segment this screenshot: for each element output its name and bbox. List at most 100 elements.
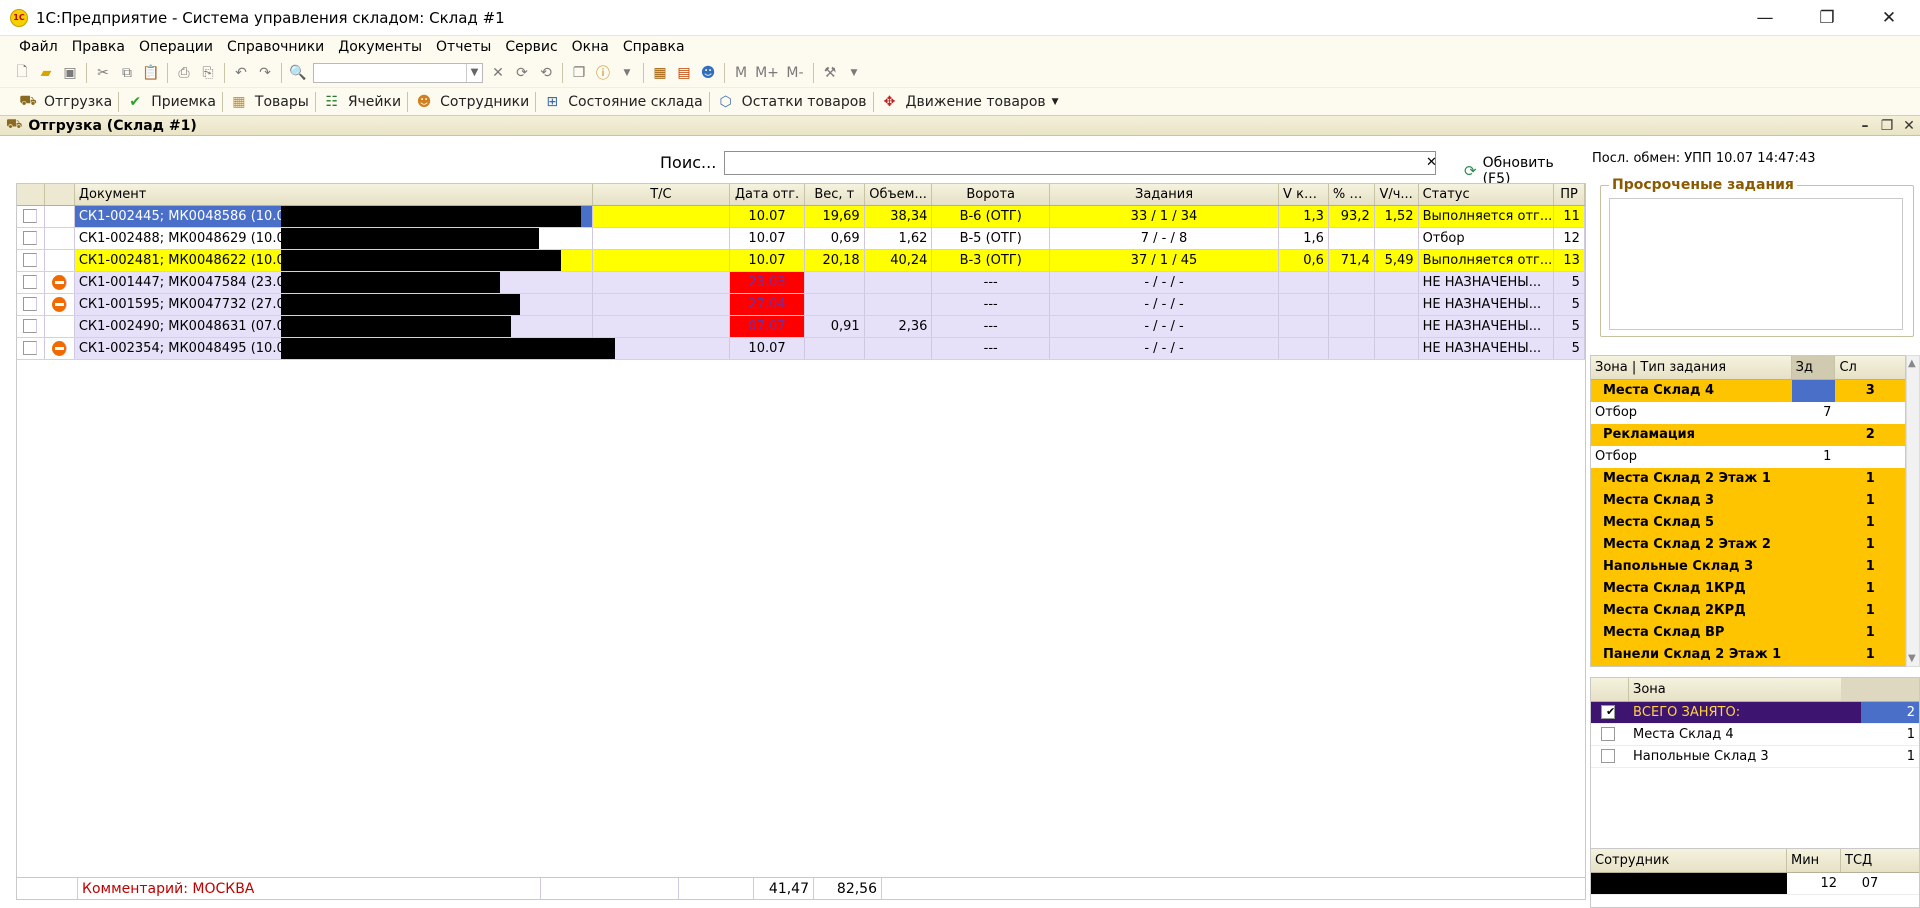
menu-documents[interactable]: Документы [331,39,429,55]
checked-checkbox[interactable]: ✔ [1601,705,1615,719]
zone-group-row[interactable]: Места Склад 1КРД 1 [1591,578,1905,600]
zone-group-row[interactable]: Места Склад 3 1 [1591,490,1905,512]
check-cell[interactable] [17,206,45,227]
table-row[interactable]: СК1-001595; МК0047732 (27.04); С 27.04 ---… [17,294,1585,316]
dropdown-arrow-icon[interactable]: ▼ [616,62,638,84]
row-checkbox[interactable] [23,231,38,245]
min-col-header[interactable]: Мин [1787,849,1841,872]
zone-scrollbar[interactable]: ▲ ▼ [1906,355,1920,667]
info-icon[interactable]: ⓘ [592,62,614,84]
quick-employees-button[interactable]: ☻ Сотрудники [408,93,535,111]
windows-icon[interactable]: ❐ [568,62,590,84]
document-col-header[interactable]: Документ [75,184,593,205]
print-preview-icon[interactable]: ⎘ [197,62,219,84]
restore-button[interactable]: ❐ [1796,0,1858,36]
doc-minimize-icon[interactable]: – [1854,118,1876,134]
quick-cells-button[interactable]: ☷ Ячейки [316,93,407,111]
dropdown-arrow-icon[interactable]: ▼ [843,62,865,84]
quick-stock-button[interactable]: ⬡ Остатки товаров [710,93,873,111]
redo-icon[interactable]: ↷ [254,62,276,84]
quick-goods-button[interactable]: ▦ Товары [223,93,315,111]
status-col-header[interactable]: Статус [1419,184,1555,205]
zone-col-header[interactable]: Зона | Тип задания [1591,356,1792,379]
menu-edit[interactable]: Правка [65,39,132,55]
find-icon[interactable]: 🔍 [287,62,309,84]
quick-receipt-button[interactable]: ✔ Приемка [119,93,222,111]
table-row[interactable]: СК1-002354; МК0048495 (10.07); Е 10.07 ---… [17,338,1585,360]
table-row[interactable]: СК1-001447; МК0047584 (23.03); Б 23.03 ---… [17,272,1585,294]
menu-operations[interactable]: Операции [132,39,220,55]
unchecked-checkbox[interactable] [1601,749,1615,763]
icon-col-header[interactable] [44,184,75,205]
table-row[interactable]: СК1-002490; МК0048631 (07.07); Г 07.07 0,9… [17,316,1585,338]
pr-col-header[interactable]: ПР [1554,184,1585,205]
menu-references[interactable]: Справочники [220,39,331,55]
row-checkbox[interactable] [23,253,38,267]
zd-col-header[interactable]: Зд [1791,356,1836,379]
zone-group-row[interactable]: Места Склад 5 1 [1591,512,1905,534]
print-icon[interactable]: ⎙ [173,62,195,84]
menu-reports[interactable]: Отчеты [429,39,498,55]
scroll-up-icon[interactable]: ▲ [1908,358,1916,369]
check-cell[interactable] [17,338,45,359]
search-input[interactable] [724,151,1436,175]
calendar-icon[interactable]: ▤ [673,62,695,84]
check-cell[interactable] [17,228,45,249]
row-checkbox[interactable] [23,209,38,223]
zone-group-row[interactable]: Места Склад 2 Этаж 1 1 [1591,468,1905,490]
check-col-header[interactable] [17,184,45,205]
quick-movement-button[interactable]: ✥ Движение товаров ▼ [874,93,1065,111]
save-icon[interactable]: ▣ [59,62,81,84]
memory-plus-icon[interactable]: M+ [754,62,780,84]
quick-shipment-button[interactable]: ⛟ Отгрузка [12,93,118,111]
users-icon[interactable]: ☻ [697,62,719,84]
zone-occupancy-row[interactable]: Напольные Склад 3 1 [1591,746,1919,768]
find-next-icon[interactable]: ⟳ [511,62,533,84]
menu-file[interactable]: Файл [12,39,65,55]
clear-find-icon[interactable]: ✕ [487,62,509,84]
zone-checkbox-cell[interactable]: ✔ [1591,702,1629,723]
gate-col-header[interactable]: Ворота [932,184,1050,205]
v-col-header[interactable]: V ко... [1279,184,1329,205]
unchecked-checkbox[interactable] [1601,727,1615,741]
tools-icon[interactable]: ⚒ [819,62,841,84]
tasks-col-header[interactable]: Задания [1050,184,1280,205]
task-type-row[interactable]: Отбор 1 [1591,446,1905,468]
zone-group-row[interactable]: Места Склад 2 Этаж 2 1 [1591,534,1905,556]
paste-icon[interactable]: 📋 [140,62,162,84]
percent-col-header[interactable]: % В... [1329,184,1375,205]
quick-warehouse-state-button[interactable]: ⊞ Состояние склада [536,93,708,111]
row-checkbox[interactable] [23,297,38,311]
close-button[interactable]: ✕ [1858,0,1920,36]
open-folder-icon[interactable]: ▰ [35,62,57,84]
dropdown-arrow-icon[interactable]: ▼ [1052,97,1059,107]
zone-total-row[interactable]: ✔ ВСЕГО ЗАНЯТО: 2 [1591,702,1919,724]
task-type-row[interactable]: Отбор 7 [1591,402,1905,424]
undo-icon[interactable]: ↶ [230,62,252,84]
memory-icon[interactable]: M [730,62,752,84]
check-cell[interactable] [17,294,45,315]
volume-col-header[interactable]: Объем... [865,184,933,205]
table-row[interactable]: СК1-002481; МК0048622 (10.07); Б 10.07 20,… [17,250,1585,272]
tsd-col-header[interactable]: ТСД [1841,849,1919,872]
table-row[interactable]: СК1-002445; МК0048586 (10.07); I 10.07 19,… [17,206,1585,228]
check-cell[interactable] [17,316,45,337]
overdue-tasks-list[interactable] [1609,198,1903,330]
vehicle-col-header[interactable]: Т/С [593,184,731,205]
row-checkbox[interactable] [23,275,38,289]
zone-group-row[interactable]: Панели Склад 2 Этаж 1 1 [1591,644,1905,666]
copy-icon[interactable]: ⧉ [116,62,138,84]
employee-col-header[interactable]: Сотрудник [1591,849,1787,872]
row-checkbox[interactable] [23,319,38,333]
zone-checkbox-cell[interactable] [1591,724,1629,745]
menu-help[interactable]: Справка [616,39,692,55]
find-combo[interactable]: ▼ [313,62,483,83]
check-cell[interactable] [17,250,45,271]
row-checkbox[interactable] [23,341,38,355]
zone-checkbox-cell[interactable] [1591,746,1629,767]
zone-name-header[interactable]: Зона [1629,678,1841,701]
employee-row[interactable]: 12 07 [1591,873,1919,895]
new-document-icon[interactable]: 🗋 [11,62,33,84]
weight-col-header[interactable]: Вес, т [805,184,865,205]
check-cell[interactable] [17,272,45,293]
